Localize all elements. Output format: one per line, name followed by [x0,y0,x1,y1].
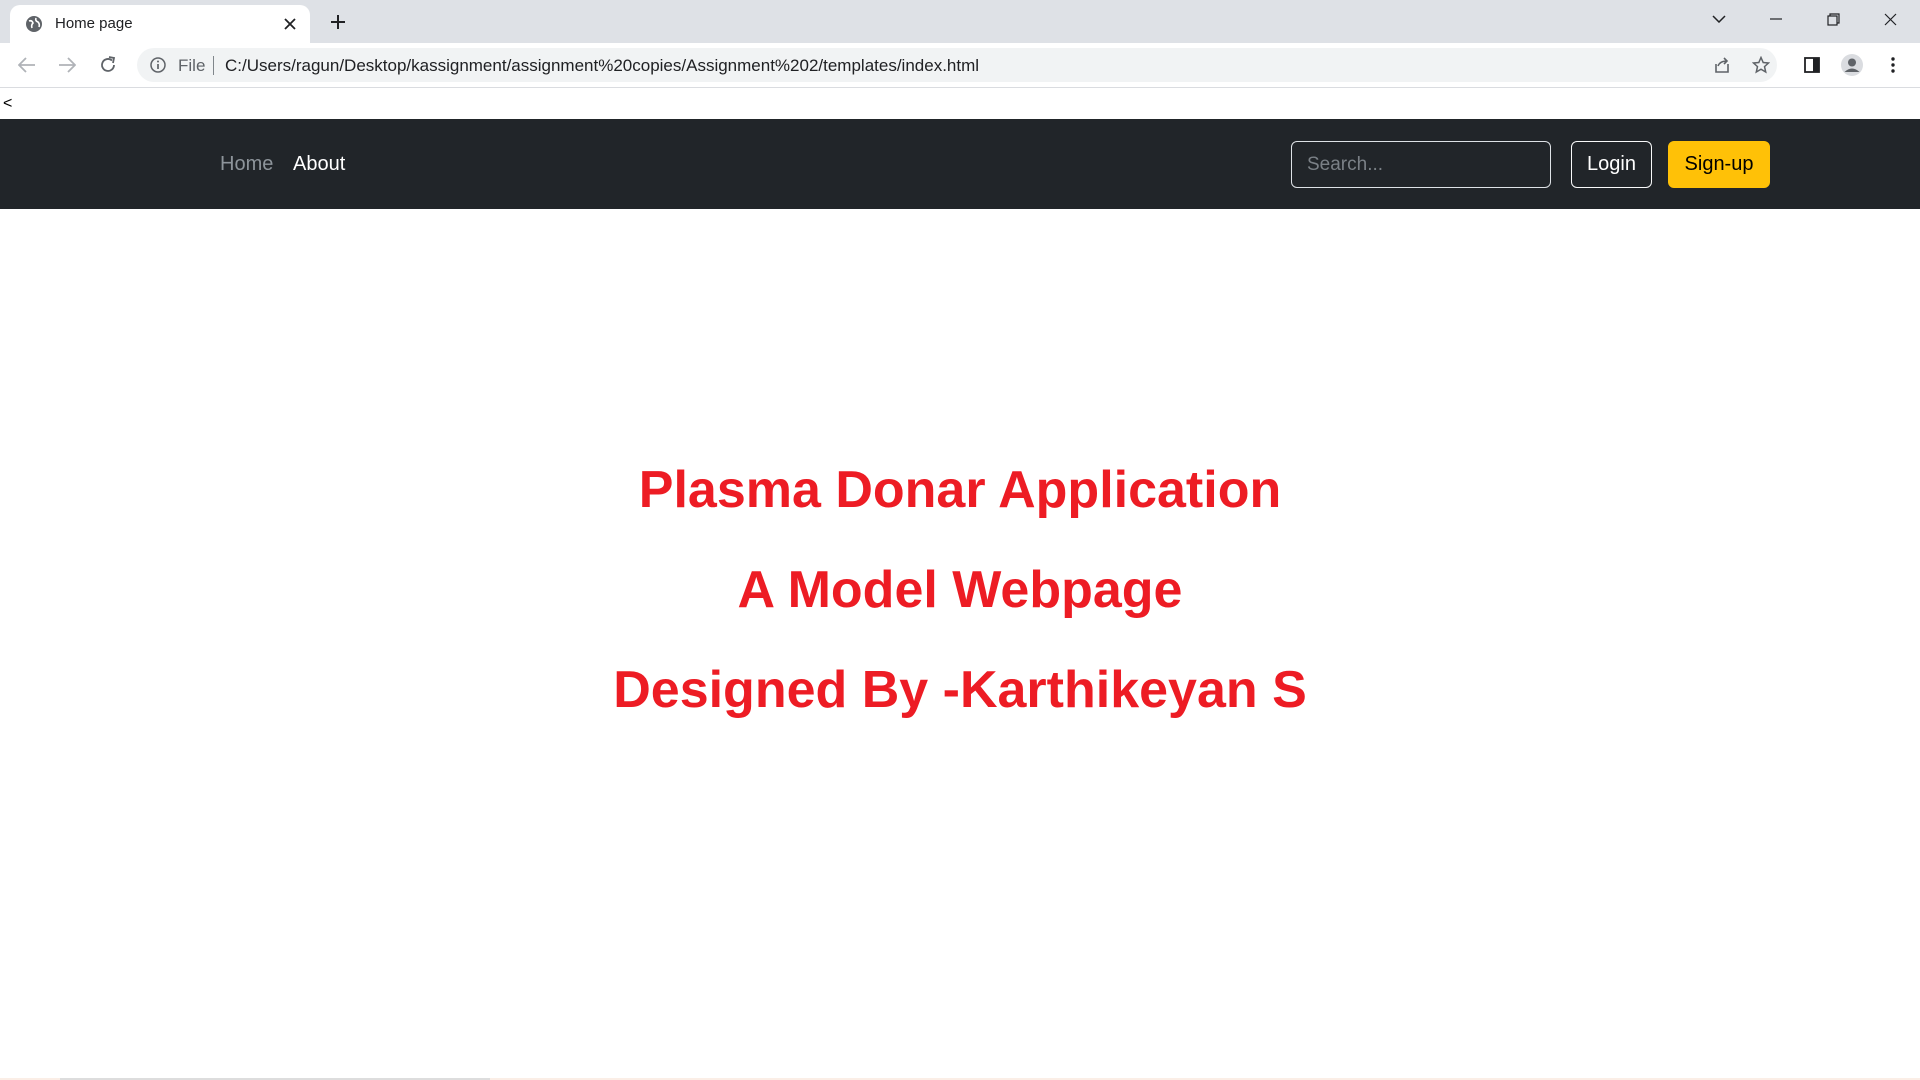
forward-arrow-icon[interactable] [55,53,79,77]
profile-icon[interactable] [1840,53,1864,77]
window-close-icon[interactable] [1874,6,1906,32]
restore-icon[interactable] [1817,6,1849,32]
address-bar[interactable]: File C:/Users/ragun/Desktop/kassignment/… [137,48,1777,82]
reload-icon[interactable] [96,53,120,77]
login-button[interactable]: Login [1571,141,1652,188]
nav-link-home[interactable]: Home [220,153,273,176]
star-icon[interactable] [1751,55,1771,75]
hero-credit: Designed By -Karthikeyan S [613,661,1307,719]
address-divider [213,56,214,75]
share-icon[interactable] [1712,55,1732,75]
browser-toolbar: File C:/Users/ragun/Desktop/kassignment/… [0,43,1920,88]
browser-tab[interactable]: Home page [10,5,310,43]
address-scheme-label: File [178,56,206,75]
side-panel-icon[interactable] [1800,53,1824,77]
hero-section: Plasma Donar Application A Model Webpage… [0,440,1920,740]
url-text[interactable]: C:/Users/ragun/Desktop/kassignment/assig… [225,56,979,76]
tab-title: Home page [55,15,133,32]
nav-link-about[interactable]: About [293,153,345,176]
stray-text: < [3,95,13,112]
globe-icon [25,15,43,33]
plus-icon[interactable] [326,10,350,34]
hero-title: Plasma Donar Application [638,461,1282,519]
tab-strip: Home page [0,0,1920,43]
info-icon[interactable] [149,56,167,74]
chevron-down-icon[interactable] [1703,6,1735,32]
minimize-icon[interactable] [1760,6,1792,32]
close-icon[interactable] [280,14,300,34]
navbar: Home About Login Sign-up [0,119,1920,209]
more-vertical-icon[interactable] [1881,53,1905,77]
hero-subtitle: A Model Webpage [737,561,1183,619]
search-input[interactable] [1291,141,1551,188]
signup-button[interactable]: Sign-up [1668,141,1770,188]
back-arrow-icon[interactable] [15,53,39,77]
